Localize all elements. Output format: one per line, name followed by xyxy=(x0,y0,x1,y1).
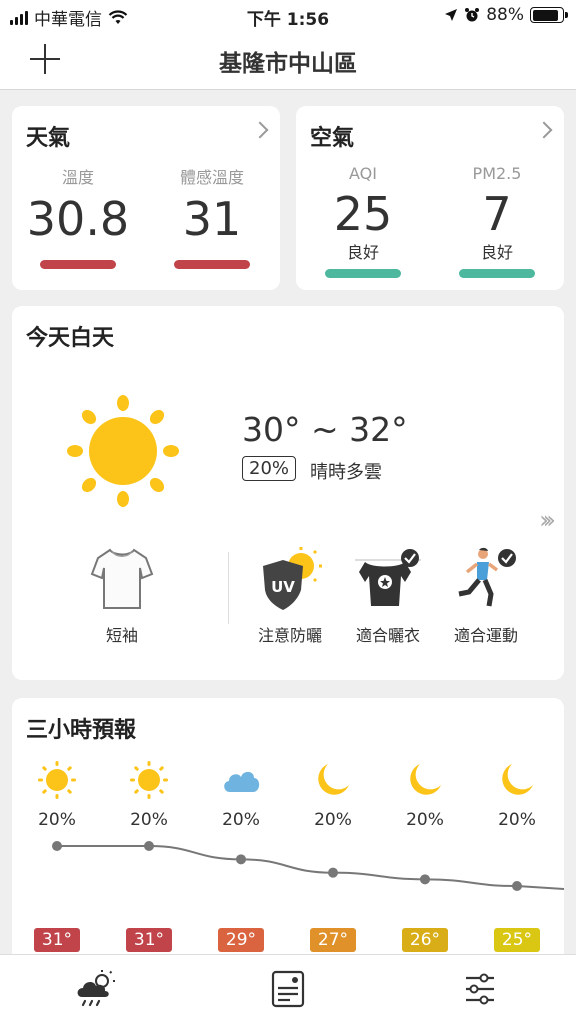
app-header: 基隆市中山區 xyxy=(0,30,576,90)
moon-icon xyxy=(502,764,533,795)
trend-point xyxy=(420,874,430,885)
aqi-value: 25 xyxy=(333,187,393,241)
aqi-metric: AQI 25 良好 xyxy=(303,164,423,278)
pm25-metric: PM2.5 7 良好 xyxy=(437,164,557,278)
advice-label-clothing: 短袖 xyxy=(105,626,138,645)
forecast-item: 20% xyxy=(17,760,97,830)
forecast-pop: 20% xyxy=(222,810,260,830)
air-card-title: 空氣 xyxy=(310,126,355,151)
forecast-item: 20% xyxy=(477,760,557,830)
battery-percent: 88% xyxy=(486,5,524,25)
weather-icon[interactable] xyxy=(74,967,118,1011)
forecast-pop: 20% xyxy=(406,810,444,830)
aqi-status: 良好 xyxy=(346,243,379,262)
air-card[interactable]: 空氣 AQI 25 良好 PM2.5 7 良好 xyxy=(296,106,564,290)
forecast-pop: 20% xyxy=(130,810,168,830)
bottom-tab-bar xyxy=(0,954,576,1024)
forecast-temp-badge: 25° xyxy=(494,928,540,952)
sun-icon xyxy=(130,761,168,799)
forecast-card[interactable]: 三小時預報 20% 20% 20% 20% 20% 20% 31° 31° 29… xyxy=(12,698,564,968)
cloud-icon xyxy=(224,771,260,792)
forecast-temp-badge: 26° xyxy=(402,928,448,952)
aqi-bar xyxy=(325,269,401,278)
moon-icon xyxy=(410,764,441,795)
status-bar: 中華電信 下午 1:56 88% xyxy=(0,0,576,30)
feels-like-value: 31 xyxy=(182,192,242,246)
uv-shield-icon: UV xyxy=(263,547,322,610)
advice-item-laundry: 適合曬衣 xyxy=(338,546,438,646)
today-temp-range: 30° ~ 32° xyxy=(242,410,408,449)
advice-label-uv: 注意防曬 xyxy=(257,626,322,645)
laundry-icon xyxy=(355,549,421,606)
pm25-value: 7 xyxy=(482,187,512,241)
double-chevron-right-icon[interactable]: ››› xyxy=(539,506,556,534)
alarm-icon xyxy=(465,8,480,22)
forecast-temp-badge: 31° xyxy=(126,928,172,952)
chevron-right-icon[interactable] xyxy=(535,121,553,139)
temperature-value: 30.8 xyxy=(26,192,130,246)
feels-like-metric: 體感溫度 31 xyxy=(152,164,272,269)
weather-card-title: 天氣 xyxy=(26,126,71,151)
forecast-temp-badge: 31° xyxy=(34,928,80,952)
trend-point xyxy=(236,854,246,865)
pm25-status: 良好 xyxy=(480,243,513,262)
temperature-trend-line xyxy=(52,841,564,891)
forecast-pop: 20% xyxy=(498,810,536,830)
chevron-right-icon[interactable] xyxy=(251,121,269,139)
feels-like-label: 體感溫度 xyxy=(179,168,244,187)
today-condition: 晴時多雲 xyxy=(310,462,382,483)
advice-label-laundry: 適合曬衣 xyxy=(355,626,420,645)
forecast-pop: 20% xyxy=(314,810,352,830)
weather-card[interactable]: 天氣 溫度 30.8 體感溫度 31 xyxy=(12,106,280,290)
tshirt-icon xyxy=(90,548,154,609)
sun-icon xyxy=(67,395,179,507)
temperature-bar xyxy=(40,260,116,269)
runner-icon xyxy=(458,547,516,607)
forecast-item: 20% xyxy=(109,760,189,830)
forecast-item: 20% xyxy=(293,760,373,830)
today-pop-badge: 20% xyxy=(242,456,297,481)
advice-item-clothing: 短袖 xyxy=(72,546,172,646)
forecast-item: 20% xyxy=(201,760,281,830)
advice-label-exercise: 適合運動 xyxy=(453,626,518,645)
moon-icon xyxy=(318,764,349,795)
forecast-temp-badge: 27° xyxy=(310,928,356,952)
advice-divider xyxy=(228,552,229,624)
trend-point xyxy=(144,841,154,851)
svg-text:UV: UV xyxy=(271,578,295,596)
pm25-label: PM2.5 xyxy=(472,164,522,183)
today-card[interactable]: 今天白天 30° ~ 32° 20% 晴時多雲 ››› 短袖 UV 注意防曬 適… xyxy=(12,306,564,680)
battery-icon xyxy=(530,7,568,23)
pm25-bar xyxy=(459,269,535,278)
aqi-label: AQI xyxy=(349,164,377,183)
feels-like-bar xyxy=(174,260,250,269)
temperature-label: 溫度 xyxy=(61,168,94,187)
sun-icon xyxy=(38,761,76,799)
location-arrow-icon xyxy=(445,9,458,21)
forecast-temp-badge: 29° xyxy=(218,928,264,952)
news-icon[interactable] xyxy=(266,967,310,1011)
today-title: 今天白天 xyxy=(26,326,115,351)
settings-sliders-icon[interactable] xyxy=(458,967,502,1011)
trend-point xyxy=(512,881,522,891)
advice-item-exercise: 適合運動 xyxy=(436,546,536,646)
forecast-pop: 20% xyxy=(38,810,76,830)
temperature-metric: 溫度 30.8 xyxy=(18,164,138,269)
trend-point xyxy=(328,867,338,878)
advice-item-uv: UV 注意防曬 xyxy=(240,546,340,646)
location-title: 基隆市中山區 xyxy=(219,51,357,77)
trend-point xyxy=(52,841,62,851)
forecast-item: 20% xyxy=(385,760,465,830)
forecast-title: 三小時預報 xyxy=(26,718,137,743)
